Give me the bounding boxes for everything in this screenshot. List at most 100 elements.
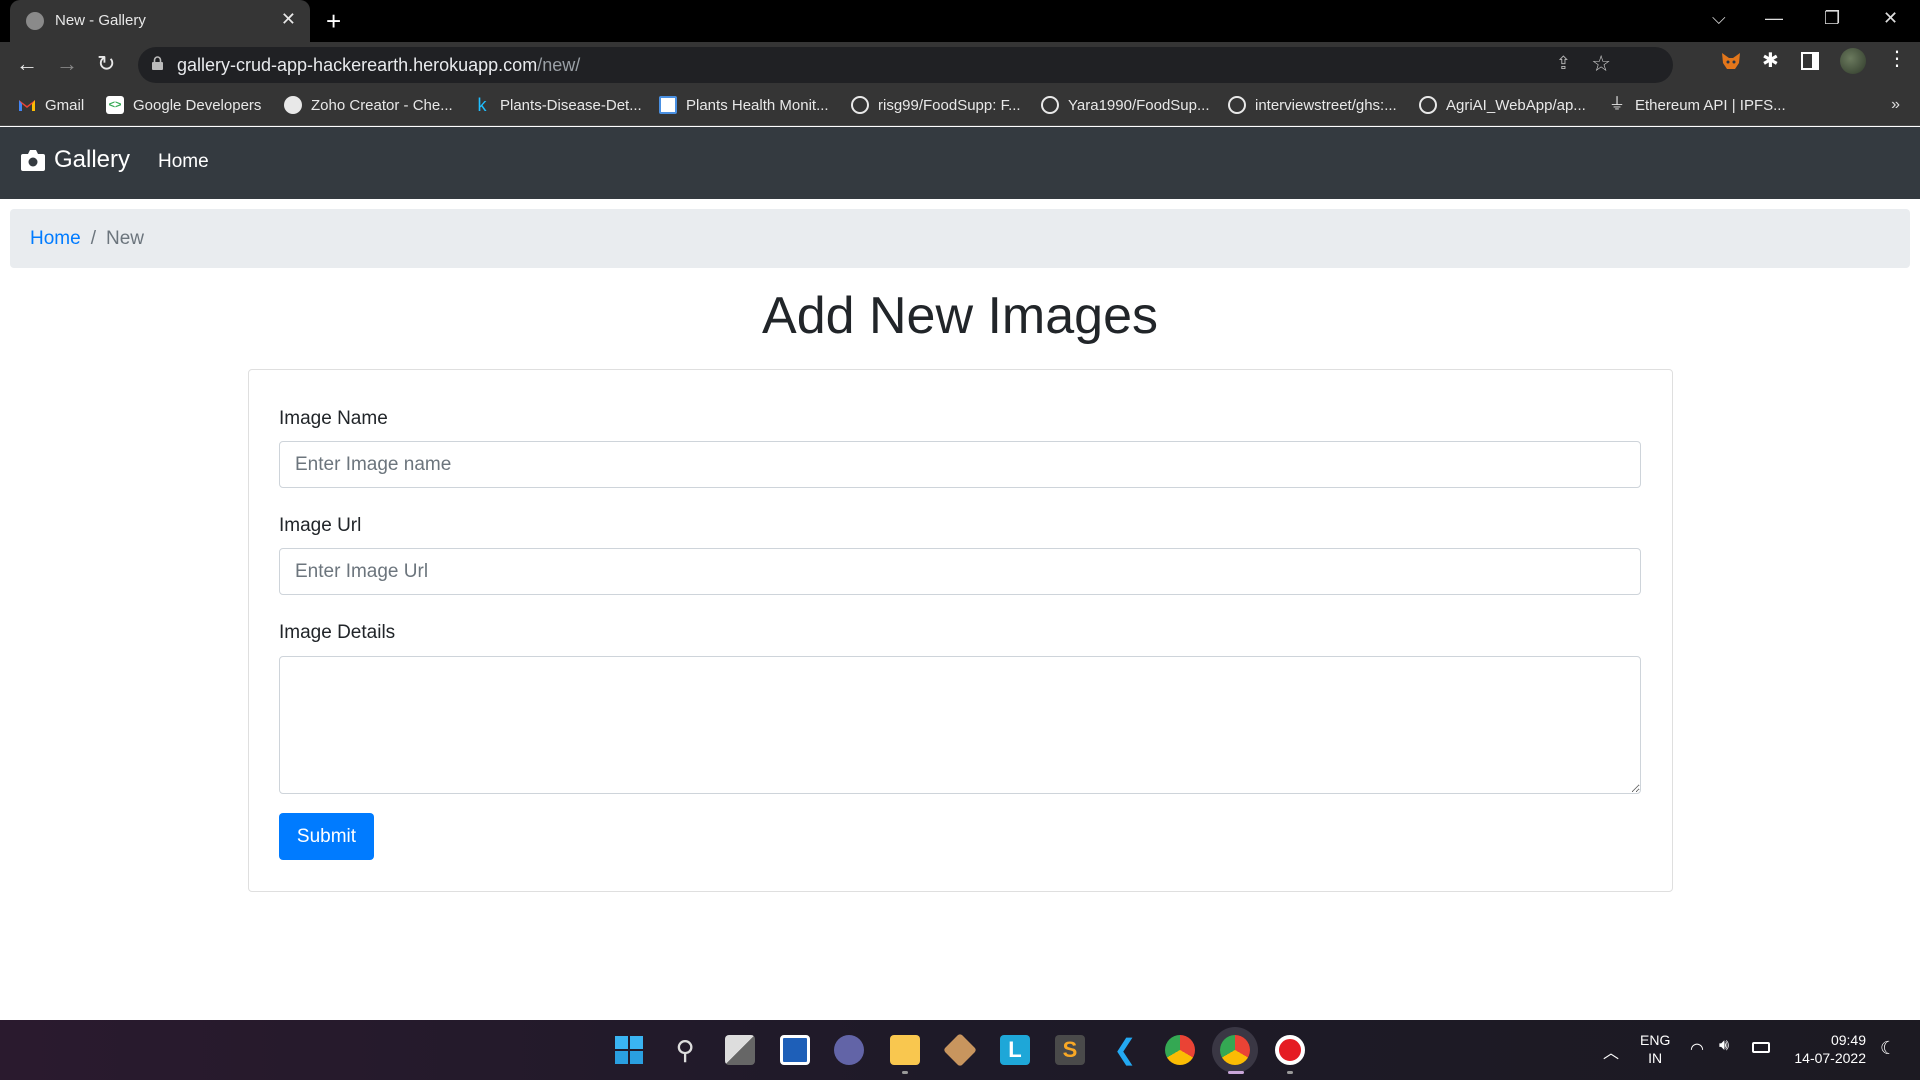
nav-home-link[interactable]: Home xyxy=(158,151,209,173)
bookmark-label: Ethereum API | IPFS... xyxy=(1635,96,1786,114)
tab-close-icon[interactable]: ✕ xyxy=(281,9,296,30)
running-indicator xyxy=(1287,1071,1293,1074)
lock-icon xyxy=(152,56,163,70)
wifi-icon[interactable]: ◠ xyxy=(1690,1039,1704,1059)
running-indicator xyxy=(902,1071,908,1074)
minimize-button[interactable]: — xyxy=(1765,8,1783,29)
bookmarks-bar: Gmail <> Google Developers Zoho Creator … xyxy=(0,88,1920,126)
bookmark-star-icon[interactable]: ☆ xyxy=(1591,51,1611,77)
tray-overflow-chevron-icon[interactable]: ︿ xyxy=(1603,1039,1619,1063)
bookmark-label: Gmail xyxy=(45,96,85,114)
bookmark-label: AgriAI_WebApp/ap... xyxy=(1446,96,1586,114)
reload-button[interactable]: ↻ xyxy=(97,51,115,77)
bookmark-interviewstreet[interactable]: interviewstreet/ghs:... xyxy=(1228,96,1397,114)
battery-icon[interactable] xyxy=(1752,1042,1770,1053)
breadcrumb-current: New xyxy=(105,227,144,249)
browser-tab-strip: New - Gallery ✕ + ⌵ — ❐ ✕ xyxy=(0,0,1920,42)
bookmark-label: Yara1990/FoodSup... xyxy=(1068,96,1210,114)
bookmark-zoho[interactable]: Zoho Creator - Che... xyxy=(284,96,453,114)
add-image-form: Image Name Image Url Image Details Submi… xyxy=(248,369,1673,892)
clock[interactable]: 09:49 14-07-2022 xyxy=(1790,1031,1866,1067)
browser-tab[interactable]: New - Gallery ✕ xyxy=(10,0,310,42)
side-panel-icon[interactable] xyxy=(1801,52,1819,75)
chat-bubble-icon xyxy=(659,96,677,114)
tab-title: New - Gallery xyxy=(55,12,146,29)
close-window-button[interactable]: ✕ xyxy=(1883,8,1898,29)
github-icon xyxy=(1041,96,1059,114)
chrome-menu-icon[interactable]: ⋮ xyxy=(1887,46,1907,71)
address-bar[interactable]: gallery-crud-app-hackerearth.herokuapp.c… xyxy=(138,47,1673,83)
bookmark-agriai[interactable]: AgriAI_WebApp/ap... xyxy=(1419,96,1586,114)
region-code: IN xyxy=(1648,1050,1663,1066)
bookmark-label: risg99/FoodSupp: F... xyxy=(878,96,1021,114)
restore-button[interactable]: ❐ xyxy=(1824,8,1840,29)
image-name-label: Image Name xyxy=(279,408,388,429)
google-developers-icon: <> xyxy=(106,96,124,114)
windows-taskbar: ⚲ L S ❮ ︿ ENG IN ◠ 🔊︎ 09:49 14-07-2022 ☾ xyxy=(0,1020,1920,1080)
site-navbar: Gallery Home xyxy=(0,127,1920,199)
bookmark-label: Zoho Creator - Che... xyxy=(311,96,453,114)
vscode-icon[interactable]: ❮ xyxy=(1110,1035,1140,1065)
globe-icon xyxy=(26,12,44,30)
bookmarks-overflow-button[interactable]: » xyxy=(1891,96,1900,114)
focus-moon-icon[interactable]: ☾ xyxy=(1880,1038,1896,1059)
bookmark-google-developers[interactable]: <> Google Developers xyxy=(106,96,261,114)
bookmark-yara1990[interactable]: Yara1990/FoodSup... xyxy=(1041,96,1210,114)
browser-toolbar: ← → ↻ gallery-crud-app-hackerearth.herok… xyxy=(0,42,1920,88)
forward-button[interactable]: → xyxy=(56,51,78,77)
date-text: 14-07-2022 xyxy=(1794,1050,1866,1066)
bookmark-gmail[interactable]: Gmail xyxy=(18,96,84,114)
url-host: gallery-crud-app-hackerearth.herokuapp.c… xyxy=(177,55,538,75)
package-icon[interactable] xyxy=(943,1033,977,1067)
bookmark-ethereum-api[interactable]: ⏚ Ethereum API | IPFS... xyxy=(1608,96,1786,114)
extensions-puzzle-icon[interactable]: ✱ xyxy=(1762,48,1779,73)
new-tab-button[interactable]: + xyxy=(326,6,341,37)
breadcrumb: Home / New xyxy=(10,209,1910,268)
page-title: Add New Images xyxy=(762,287,1158,345)
bookmark-label: Google Developers xyxy=(133,96,262,114)
bookmark-plants-health[interactable]: Plants Health Monit... xyxy=(659,96,829,114)
volume-icon[interactable]: 🔊︎ xyxy=(1719,1037,1729,1055)
breadcrumb-separator: / xyxy=(90,227,96,249)
recorder-icon[interactable] xyxy=(1275,1035,1305,1065)
language-code: ENG xyxy=(1640,1032,1671,1048)
github-icon xyxy=(1419,96,1437,114)
file-explorer-icon[interactable] xyxy=(890,1035,920,1065)
share-icon[interactable]: ⇪ xyxy=(1556,53,1571,74)
infura-icon: ⏚ xyxy=(1608,96,1625,113)
back-button[interactable]: ← xyxy=(16,51,38,77)
time-text: 09:49 xyxy=(1830,1032,1866,1048)
url-text[interactable]: gallery-crud-app-hackerearth.herokuapp.c… xyxy=(177,55,580,76)
chrome-icon-active[interactable] xyxy=(1220,1035,1250,1065)
l-app-icon[interactable]: L xyxy=(1000,1035,1030,1065)
image-url-label: Image Url xyxy=(279,515,362,536)
windows-start-icon[interactable] xyxy=(614,1035,644,1065)
breadcrumb-home-link[interactable]: Home xyxy=(30,228,81,250)
active-indicator xyxy=(1228,1071,1244,1074)
tab-search-chevron-icon[interactable]: ⌵ xyxy=(1712,8,1726,29)
submit-button[interactable]: Submit xyxy=(279,813,374,860)
widgets-icon[interactable] xyxy=(780,1035,810,1065)
image-details-textarea[interactable] xyxy=(279,656,1641,794)
github-icon xyxy=(1228,96,1246,114)
image-url-input[interactable] xyxy=(279,548,1641,595)
metamask-fox-icon[interactable] xyxy=(1720,50,1742,77)
teams-chat-icon[interactable] xyxy=(834,1035,864,1065)
task-view-icon[interactable] xyxy=(725,1035,755,1065)
globe-icon xyxy=(284,96,302,114)
image-name-input[interactable] xyxy=(279,441,1641,488)
profile-avatar[interactable] xyxy=(1840,48,1866,74)
image-details-label: Image Details xyxy=(279,622,396,643)
bookmark-risg99[interactable]: risg99/FoodSupp: F... xyxy=(851,96,1021,114)
camera-icon xyxy=(21,150,45,171)
bookmark-label: interviewstreet/ghs:... xyxy=(1255,96,1397,114)
bookmark-plants-disease[interactable]: k Plants-Disease-Det... xyxy=(473,96,642,114)
chrome-icon[interactable] xyxy=(1165,1035,1195,1065)
sublime-text-icon[interactable]: S xyxy=(1055,1035,1085,1065)
search-icon[interactable]: ⚲ xyxy=(670,1035,700,1065)
url-path: /new/ xyxy=(537,55,581,75)
language-indicator[interactable]: ENG IN xyxy=(1640,1031,1670,1067)
navbar-brand[interactable]: Gallery xyxy=(20,146,130,174)
brand-text: Gallery xyxy=(54,146,131,173)
bookmark-label: Plants Health Monit... xyxy=(686,96,829,114)
